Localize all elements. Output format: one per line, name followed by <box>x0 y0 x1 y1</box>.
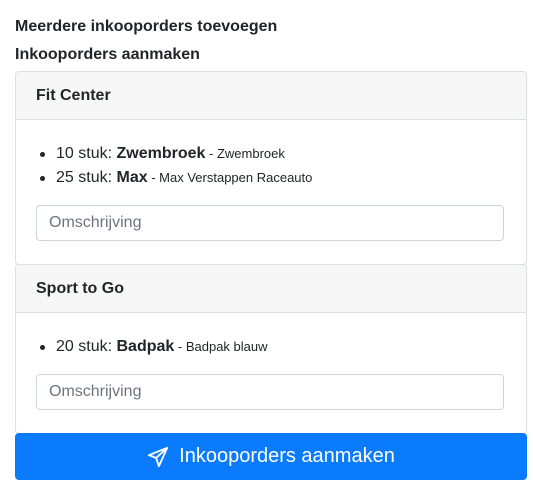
description-input[interactable] <box>36 374 504 410</box>
submit-button-label: Inkooporders aanmaken <box>179 445 395 467</box>
page-title: Meerdere inkooporders toevoegen <box>15 18 278 35</box>
supplier-name: Sport to Go <box>16 265 526 313</box>
supplier-name: Fit Center <box>16 72 526 120</box>
item-quantity: 10 stuk: <box>56 145 113 162</box>
item-product-name: Badpak <box>116 338 175 355</box>
item-product-name: Max <box>116 169 148 186</box>
item-description: Max Verstappen Raceauto <box>159 170 313 185</box>
item-quantity: 25 stuk: <box>56 169 113 186</box>
description-input[interactable] <box>36 205 504 241</box>
item-description: Badpak blauw <box>185 339 268 354</box>
item-separator: - <box>205 146 217 161</box>
section-subtitle: Inkooporders aanmaken <box>15 46 200 63</box>
order-item-list: 20 stuk: Badpak - Badpak blauw <box>40 335 268 359</box>
item-product-name: Zwembroek <box>116 145 206 162</box>
item-description: Zwembroek <box>216 146 285 161</box>
item-separator: - <box>147 170 160 185</box>
supplier-card-sport-to-go: Sport to Go 20 stuk: Badpak - Badpak bla… <box>15 264 527 434</box>
order-item: 25 stuk: Max - Max Verstappen Raceauto <box>39 166 313 190</box>
order-item: 10 stuk: Zwembroek - Zwembroek <box>39 142 312 166</box>
supplier-card-fit-center: Fit Center 10 stuk: Zwembroek - Zwembroe… <box>15 71 527 265</box>
order-item-list: 10 stuk: Zwembroek - Zwembroek 25 stuk: … <box>39 142 313 190</box>
item-quantity: 20 stuk: <box>56 338 113 355</box>
paper-plane-icon <box>147 446 169 468</box>
item-separator: - <box>174 339 186 354</box>
create-purchase-orders-button[interactable]: Inkooporders aanmaken <box>15 433 527 480</box>
order-item: 20 stuk: Badpak - Badpak blauw <box>40 335 268 359</box>
